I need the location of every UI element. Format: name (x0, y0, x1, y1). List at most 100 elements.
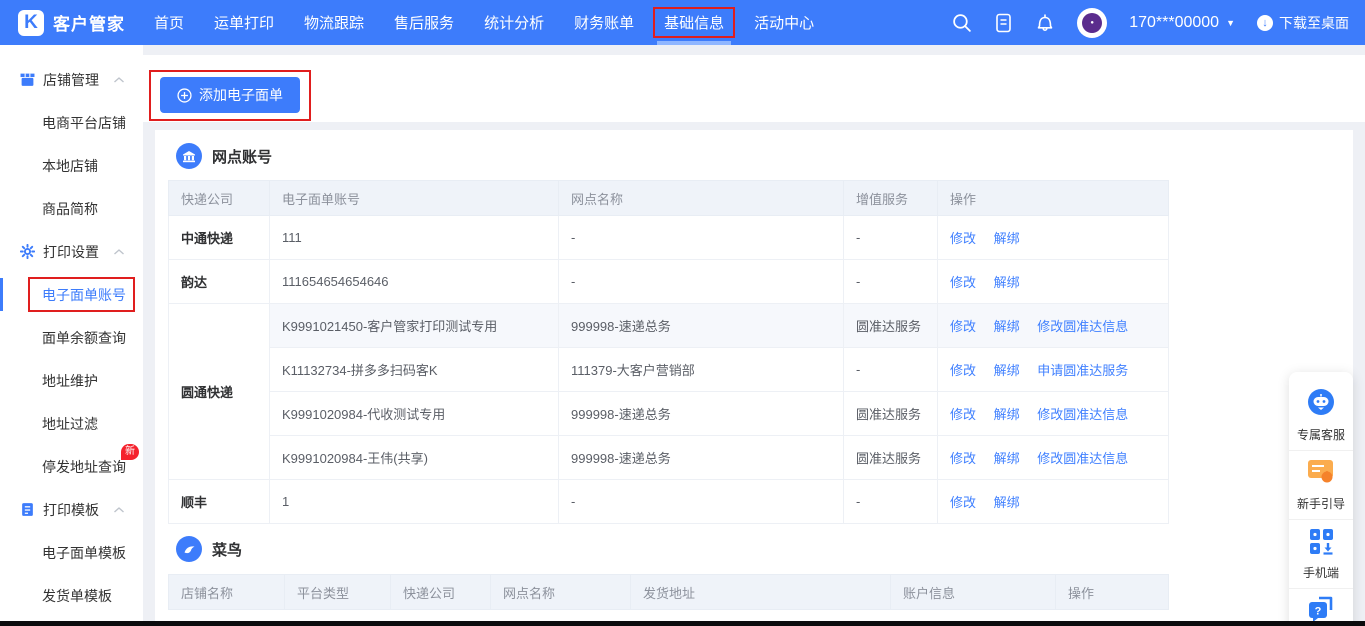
action-modify-yzd-info[interactable]: 修改圆准达信息 (1037, 319, 1128, 334)
avatar[interactable]: ● (1077, 8, 1107, 38)
top-navbar: K 客户管家 首页 运单打印 物流跟踪 售后服务 统计分析 财务账单 基础信息 … (0, 0, 1365, 45)
sidebar-item-shipping-list-template[interactable]: 发货单模板 (0, 574, 143, 617)
mobile-app-button[interactable]: 手机端 (1289, 519, 1353, 588)
template-icon (20, 502, 35, 517)
col-value-added-service: 增值服务 (844, 181, 938, 216)
sidebar-item-ewaybill-template[interactable]: 电子面单模板 (0, 531, 143, 574)
download-icon: ↓ (1257, 15, 1273, 31)
chevron-down-icon: ▼ (1226, 18, 1235, 28)
content-card: 网点账号 快递公司 电子面单账号 网点名称 增值服务 操作 中通快递 111 -… (155, 130, 1353, 622)
table-header-row: 店铺名称 平台类型 快递公司 网点名称 发货地址 账户信息 操作 (169, 575, 1169, 610)
table-row-yto-2: K11132734-拼多多扫码客K 111379-大客户营销部 - 修改 解绑 … (169, 348, 1169, 392)
main-content: 添加电子面单 网点账号 快递公司 电子面单账号 网点名称 增值服务 操作 (143, 45, 1365, 626)
download-to-desktop-button[interactable]: ↓ 下载至桌面 (1257, 13, 1349, 33)
building-icon (176, 143, 202, 169)
nav-item-basic-info-active[interactable]: 基础信息 (653, 7, 735, 38)
screenshot-bottom-edge (0, 621, 1365, 626)
annotation-red-box-button: 添加电子面单 (149, 70, 311, 121)
download-label: 下载至桌面 (1279, 13, 1349, 33)
add-ewaybill-button[interactable]: 添加电子面单 (160, 77, 300, 113)
action-modify[interactable]: 修改 (950, 363, 976, 378)
sidebar-item-ecommerce-platform-shops[interactable]: 电商平台店铺 (0, 101, 143, 144)
sidebar-group-print-settings[interactable]: 打印设置 (0, 230, 143, 273)
sidebar-item-suspended-address-query[interactable]: 停发地址查询 新 (0, 445, 143, 488)
table-row-sf: 顺丰 1 - - 修改 解绑 (169, 480, 1169, 524)
sidebar-item-address-filter[interactable]: 地址过滤 (0, 402, 143, 445)
plus-circle-icon (177, 88, 192, 103)
guide-icon (1305, 457, 1337, 487)
action-unbind[interactable]: 解绑 (994, 275, 1020, 290)
logo-k-icon: K (18, 10, 44, 36)
col-shop-name: 店铺名称 (169, 575, 285, 610)
sidebar-group-shop-management[interactable]: 店铺管理 (0, 58, 143, 101)
sidebar-item-waybill-balance-query[interactable]: 面单余额查询 (0, 316, 143, 359)
floating-help-panel: 专属客服 新手引导 手机端 ? IT支持 (1289, 372, 1353, 626)
storefront-icon (20, 72, 35, 87)
chevron-up-icon (113, 76, 125, 84)
app-title: 客户管家 (53, 10, 125, 35)
nav-item-activity-center[interactable]: 活动中心 (743, 7, 825, 38)
table-row-yto-3: K9991020984-代收测试专用 999998-速递总务 圆准达服务 修改 … (169, 392, 1169, 436)
sidebar-item-product-abbreviation[interactable]: 商品简称 (0, 187, 143, 230)
sidebar: 店铺管理 电商平台店铺 本地店铺 商品简称 打印设置 电子面单账号 面单余额查询… (0, 45, 143, 626)
toolbar: 添加电子面单 (143, 55, 1365, 122)
cainiao-section-header: 菜鸟 (176, 536, 1353, 562)
action-modify[interactable]: 修改 (950, 319, 976, 334)
action-modify[interactable]: 修改 (950, 407, 976, 422)
table-row-zto: 中通快递 111 - - 修改 解绑 (169, 216, 1169, 260)
action-unbind[interactable]: 解绑 (994, 451, 1020, 466)
col-outlet-name: 网点名称 (491, 575, 631, 610)
outlet-section-title: 网点账号 (212, 146, 272, 167)
col-courier-company: 快递公司 (391, 575, 491, 610)
col-shipping-address: 发货地址 (631, 575, 891, 610)
avatar-logo: ● (1082, 13, 1102, 33)
main-menu: 首页 运单打印 物流跟踪 售后服务 统计分析 财务账单 基础信息 活动中心 (143, 7, 825, 38)
sidebar-group-print-templates[interactable]: 打印模板 (0, 488, 143, 531)
col-platform-type: 平台类型 (285, 575, 391, 610)
app-logo[interactable]: K 客户管家 (18, 10, 125, 36)
action-modify[interactable]: 修改 (950, 495, 976, 510)
table-row-yunda: 韵达 111654654654646 - - 修改 解绑 (169, 260, 1169, 304)
add-ewaybill-label: 添加电子面单 (199, 85, 283, 105)
nav-item-logistics-tracking[interactable]: 物流跟踪 (293, 7, 375, 38)
customer-service-icon (1305, 386, 1337, 418)
nav-item-statistics[interactable]: 统计分析 (473, 7, 555, 38)
sidebar-item-ewaybill-account-active[interactable]: 电子面单账号 (0, 273, 143, 316)
nav-item-finance-bills[interactable]: 财务账单 (563, 7, 645, 38)
svg-text:?: ? (1315, 606, 1322, 618)
action-unbind[interactable]: 解绑 (994, 363, 1020, 378)
chevron-up-icon (113, 248, 125, 256)
cainiao-table: 店铺名称 平台类型 快递公司 网点名称 发货地址 账户信息 操作 (168, 574, 1169, 610)
action-modify[interactable]: 修改 (950, 451, 976, 466)
action-apply-yzd-service[interactable]: 申请圆准达服务 (1037, 363, 1128, 378)
nav-item-waybill-print[interactable]: 运单打印 (203, 7, 285, 38)
col-operations: 操作 (938, 181, 1169, 216)
sidebar-item-address-maintenance[interactable]: 地址维护 (0, 359, 143, 402)
cainiao-section-title: 菜鸟 (212, 539, 242, 560)
action-modify[interactable]: 修改 (950, 231, 976, 246)
col-operations: 操作 (1056, 575, 1169, 610)
nav-item-home[interactable]: 首页 (143, 7, 195, 38)
action-unbind[interactable]: 解绑 (994, 407, 1020, 422)
dedicated-support-button[interactable]: 专属客服 (1289, 380, 1353, 450)
action-modify[interactable]: 修改 (950, 275, 976, 290)
sidebar-item-local-shops[interactable]: 本地店铺 (0, 144, 143, 187)
qr-download-icon (1306, 526, 1336, 556)
new-badge: 新 (121, 444, 139, 460)
action-unbind[interactable]: 解绑 (994, 231, 1020, 246)
user-phone-text: 170***00000 (1129, 14, 1219, 32)
outlet-account-section-header: 网点账号 (176, 143, 1353, 169)
outlet-account-table: 快递公司 电子面单账号 网点名称 增值服务 操作 中通快递 111 - - 修改… (168, 180, 1169, 524)
document-icon[interactable] (994, 13, 1013, 33)
col-outlet-name: 网点名称 (559, 181, 844, 216)
action-unbind[interactable]: 解绑 (994, 495, 1020, 510)
action-unbind[interactable]: 解绑 (994, 319, 1020, 334)
beginner-guide-button[interactable]: 新手引导 (1289, 450, 1353, 519)
user-account-dropdown[interactable]: 170***00000 ▼ (1129, 14, 1235, 32)
search-icon[interactable] (951, 12, 972, 33)
col-ewaybill-account: 电子面单账号 (270, 181, 559, 216)
nav-item-after-sales[interactable]: 售后服务 (383, 7, 465, 38)
action-modify-yzd-info[interactable]: 修改圆准达信息 (1037, 451, 1128, 466)
action-modify-yzd-info[interactable]: 修改圆准达信息 (1037, 407, 1128, 422)
notification-bell-icon[interactable] (1035, 12, 1055, 33)
